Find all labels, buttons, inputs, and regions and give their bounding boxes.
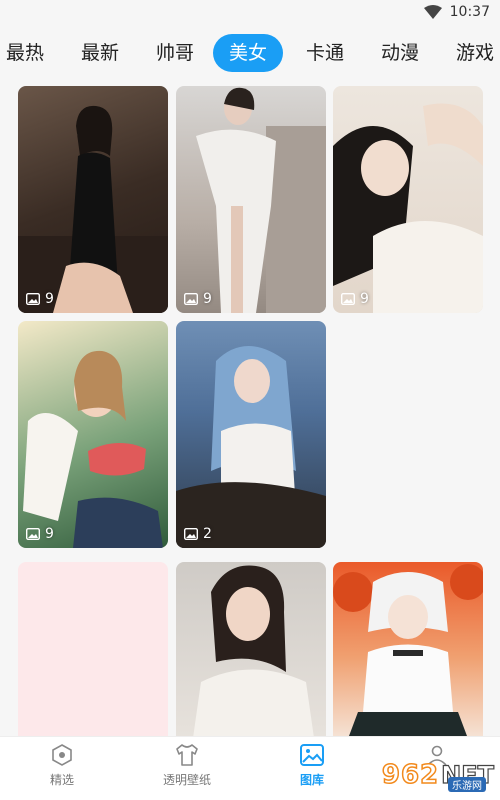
image-count: 9 <box>341 291 369 307</box>
album-card[interactable] <box>176 562 326 752</box>
tab-hot[interactable]: 最热 <box>6 34 44 72</box>
image-count: 9 <box>26 526 54 542</box>
gallery-icon <box>26 293 40 305</box>
tab-new[interactable]: 最新 <box>81 34 119 72</box>
nav-transparent-wallpaper-label: 透明壁纸 <box>162 773 211 787</box>
gallery-icon <box>184 528 198 540</box>
album-thumbnail <box>191 565 316 752</box>
gallery-icon <box>26 528 40 540</box>
watermark-caption: 乐游网 <box>448 777 486 792</box>
tab-beauty[interactable]: 美女 <box>213 34 284 72</box>
album-card[interactable]: 9 <box>176 86 326 313</box>
album-card[interactable]: 9 <box>18 321 168 548</box>
nav-gallery-label: 图库 <box>299 773 324 787</box>
album-thumbnail <box>176 346 326 548</box>
image-count: 9 <box>26 291 54 307</box>
hexagon-star-icon <box>52 744 72 766</box>
nav-featured-label: 精选 <box>49 773 74 787</box>
album-card[interactable] <box>333 562 483 752</box>
status-bar: 10:37 <box>0 0 500 26</box>
image-count-value: 9 <box>45 291 54 307</box>
tab-game[interactable]: 游戏 <box>456 34 494 72</box>
album-card[interactable] <box>18 562 168 752</box>
image-count: 9 <box>184 291 212 307</box>
album-thumbnail <box>196 87 326 313</box>
status-icons: 10:37 <box>423 4 490 20</box>
nav-gallery[interactable]: 图库 <box>262 743 362 788</box>
watermark-logo: 962 NET 乐游网 <box>381 759 495 792</box>
gallery-icon <box>300 744 324 766</box>
tab-anime[interactable]: 动漫 <box>381 34 419 72</box>
tab-cartoon[interactable]: 卡通 <box>306 34 344 72</box>
image-count-value: 9 <box>360 291 369 307</box>
gallery-icon <box>184 293 198 305</box>
album-card[interactable]: 9 <box>333 86 483 313</box>
image-count-value: 2 <box>203 526 212 542</box>
album-thumbnail <box>18 105 168 313</box>
nav-transparent-wallpaper[interactable]: 透明壁纸 <box>137 743 237 788</box>
album-thumbnail <box>23 350 163 548</box>
album-thumbnail <box>333 564 483 752</box>
tab-handsome[interactable]: 帅哥 <box>156 34 194 72</box>
category-tabs: 最热 最新 帅哥 美女 卡通 动漫 游戏 <box>0 32 500 74</box>
status-time: 10:37 <box>449 4 490 20</box>
watermark-number: 962 <box>381 759 440 791</box>
tshirt-icon <box>176 744 198 766</box>
wifi-icon <box>423 5 442 19</box>
image-count-value: 9 <box>203 291 212 307</box>
image-count-value: 9 <box>45 526 54 542</box>
gallery-icon <box>341 293 355 305</box>
album-thumbnail <box>333 103 483 313</box>
bottom-nav: 精选 透明壁纸 图库 962 NET 乐游网 <box>0 736 500 800</box>
image-count: 2 <box>184 526 212 542</box>
album-card[interactable]: 9 <box>18 86 168 313</box>
album-card[interactable]: 2 <box>176 321 326 548</box>
nav-featured[interactable]: 精选 <box>12 743 112 788</box>
